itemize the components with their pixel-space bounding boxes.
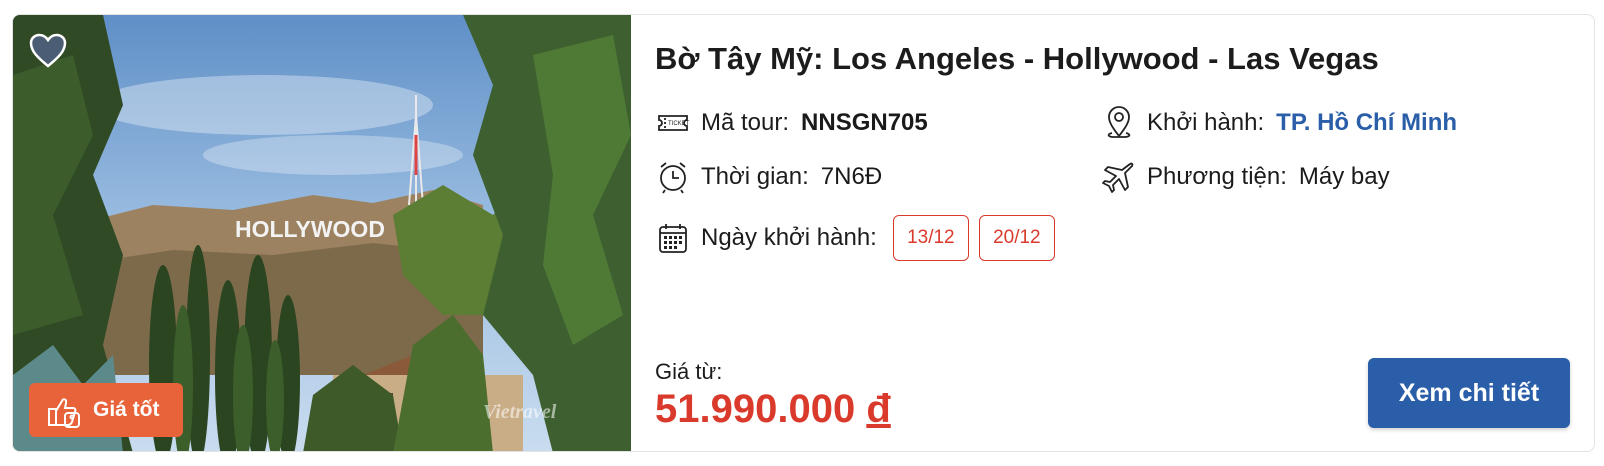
tour-code-label: Mã tour: bbox=[701, 109, 790, 136]
alarm-clock-icon bbox=[655, 159, 691, 195]
duration-row: Thời gian: 7N6Đ bbox=[655, 159, 882, 195]
price-label: Giá từ: bbox=[655, 359, 723, 384]
date-chip[interactable]: 13/12 bbox=[892, 215, 969, 261]
tour-card: HOLLYWOOD Giá tốt Vietravel Bờ Tây Mỹ: L… bbox=[12, 14, 1595, 452]
transport-value: Máy bay bbox=[1298, 163, 1390, 190]
tour-code-row: TICKET Mã tour: NNSGN705 bbox=[655, 105, 928, 141]
calendar-icon bbox=[655, 220, 691, 256]
hollywood-sign: HOLLYWOOD bbox=[235, 216, 385, 242]
price-value: 51.990.000 đ bbox=[655, 387, 891, 432]
svg-text:TICKET: TICKET bbox=[668, 121, 690, 127]
tour-info: Bờ Tây Mỹ: Los Angeles - Hollywood - Las… bbox=[655, 15, 1594, 451]
ticket-icon: TICKET bbox=[655, 105, 691, 141]
price-currency: đ bbox=[866, 387, 891, 431]
view-details-button[interactable]: Xem chi tiết bbox=[1368, 358, 1570, 428]
departure-dates-label: Ngày khởi hành: bbox=[701, 224, 877, 251]
airplane-icon bbox=[1101, 159, 1137, 195]
departure-label: Khởi hành: bbox=[1147, 109, 1265, 136]
map-pin-icon bbox=[1101, 105, 1137, 141]
tour-code-value: NNSGN705 bbox=[801, 109, 928, 136]
duration-value: 7N6Đ bbox=[820, 163, 883, 190]
departure-dates-row: Ngày khởi hành: 13/12 20/12 bbox=[655, 215, 1055, 261]
transport-row: Phương tiện: Máy bay bbox=[1101, 159, 1390, 195]
departure-value[interactable]: TP. Hồ Chí Minh bbox=[1276, 109, 1457, 137]
duration-label: Thời gian: bbox=[701, 163, 809, 190]
transport-label: Phương tiện: bbox=[1147, 163, 1287, 190]
date-chip[interactable]: 20/12 bbox=[978, 215, 1055, 261]
price-amount: 51.990.000 bbox=[655, 387, 856, 431]
departure-row: Khởi hành: TP. Hồ Chí Minh bbox=[1101, 105, 1457, 141]
favorite-button[interactable] bbox=[29, 33, 67, 69]
thumbs-up-price-tag-icon bbox=[48, 398, 80, 428]
tour-photo[interactable]: HOLLYWOOD Giá tốt Vietravel bbox=[13, 15, 631, 451]
watermark-logo: Vietravel bbox=[483, 401, 557, 423]
badge-label: Giá tốt bbox=[93, 398, 160, 421]
good-price-badge: Giá tốt bbox=[29, 383, 183, 437]
heart-icon bbox=[29, 33, 67, 68]
tour-title[interactable]: Bờ Tây Mỹ: Los Angeles - Hollywood - Las… bbox=[655, 41, 1379, 77]
